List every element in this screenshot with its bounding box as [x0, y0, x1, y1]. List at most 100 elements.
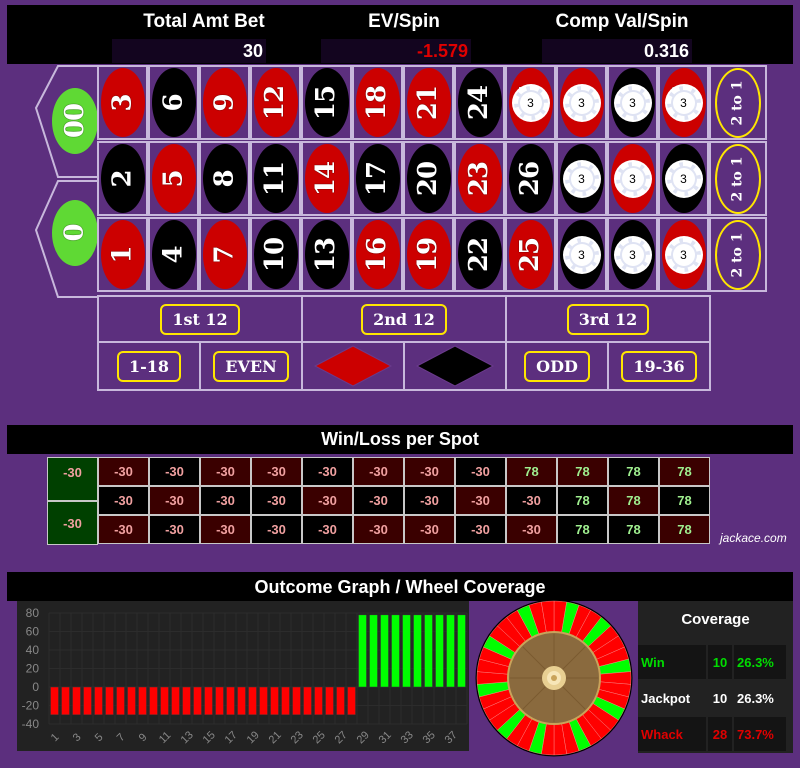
wl-cell-5: -30: [149, 486, 200, 515]
wl-cell-19: -30: [404, 515, 455, 544]
wl-cell-13: -30: [302, 515, 353, 544]
zero-pocket-0[interactable]: 0: [52, 200, 98, 266]
number-oval: 16: [355, 220, 400, 289]
number-spot-32[interactable]: 323: [607, 141, 658, 216]
number-label: 5: [158, 169, 189, 188]
number-spot-1[interactable]: 1: [97, 217, 148, 292]
chip-icon[interactable]: 3: [666, 85, 701, 120]
x-tick-label: 7: [115, 731, 128, 744]
red-bet[interactable]: [301, 341, 405, 391]
coverage-count: 28: [708, 717, 732, 751]
chip-icon[interactable]: 3: [615, 85, 650, 120]
number-oval: 293: [559, 144, 604, 213]
number-spot-11[interactable]: 11: [250, 141, 301, 216]
outcome-bar: [215, 686, 224, 715]
chip-value: 3: [672, 167, 695, 190]
low-bet[interactable]: 1-18: [97, 341, 201, 391]
number-spot-25[interactable]: 25: [505, 217, 556, 292]
dozen-bet-3[interactable]: 3rd 12: [505, 295, 711, 343]
number-label: 16: [362, 237, 393, 272]
column-bet-1[interactable]: 2 to 1: [709, 217, 767, 292]
black-bet[interactable]: [403, 341, 507, 391]
zero-label: 0: [60, 224, 90, 242]
high-bet[interactable]: 19-36: [607, 341, 711, 391]
number-spot-7[interactable]: 7: [199, 217, 250, 292]
number-spot-29[interactable]: 293: [556, 141, 607, 216]
number-label: 7: [209, 245, 240, 264]
chip-value: 3: [570, 167, 593, 190]
number-spot-24[interactable]: 24: [454, 65, 505, 140]
outside-label: EVEN: [213, 350, 289, 382]
number-spot-20[interactable]: 20: [403, 141, 454, 216]
wl-cell-1: -30: [98, 515, 149, 544]
chip-icon[interactable]: 3: [513, 85, 548, 120]
number-spot-2[interactable]: 2: [97, 141, 148, 216]
number-oval: 13: [304, 220, 349, 289]
wl-cell-2: -30: [98, 486, 149, 515]
number-spot-21[interactable]: 21: [403, 65, 454, 140]
wl-cell-12: -30: [251, 457, 302, 486]
number-label: 24: [464, 85, 495, 120]
number-spot-26[interactable]: 26: [505, 141, 556, 216]
wl-cell-20: -30: [404, 486, 455, 515]
column-label: 2 to 1: [730, 155, 747, 202]
zero-pocket-00[interactable]: 00: [52, 88, 98, 154]
chip-icon[interactable]: 3: [615, 161, 650, 196]
number-spot-31[interactable]: 313: [607, 217, 658, 292]
number-oval: 5: [151, 144, 196, 213]
number-spot-14[interactable]: 14: [301, 141, 352, 216]
chip-icon[interactable]: 3: [666, 237, 701, 272]
even-bet[interactable]: EVEN: [199, 341, 303, 391]
outcome-bar: [303, 686, 312, 715]
coverage-pct: 73.7%: [734, 717, 786, 751]
outcome-bar: [61, 686, 70, 715]
chip-icon[interactable]: 3: [564, 85, 599, 120]
number-oval: 3: [100, 68, 145, 137]
dozen-bet-2[interactable]: 2nd 12: [301, 295, 507, 343]
chip-icon[interactable]: 3: [666, 161, 701, 196]
number-spot-17[interactable]: 17: [352, 141, 403, 216]
number-spot-3[interactable]: 3: [97, 65, 148, 140]
chip-icon[interactable]: 3: [564, 161, 599, 196]
number-spot-6[interactable]: 6: [148, 65, 199, 140]
number-spot-4[interactable]: 4: [148, 217, 199, 292]
chip-value: 3: [672, 243, 695, 266]
column-bet-3[interactable]: 2 to 1: [709, 65, 767, 140]
number-spot-5[interactable]: 5: [148, 141, 199, 216]
number-spot-12[interactable]: 12: [250, 65, 301, 140]
number-label: 20: [413, 161, 444, 196]
outside-label: 1-18: [116, 350, 182, 382]
outcome-bar: [116, 686, 125, 715]
number-spot-10[interactable]: 10: [250, 217, 301, 292]
number-spot-16[interactable]: 16: [352, 217, 403, 292]
number-oval: 363: [661, 68, 706, 137]
chip-icon[interactable]: 3: [615, 237, 650, 272]
x-tick-label: 31: [377, 729, 394, 746]
number-spot-33[interactable]: 333: [607, 65, 658, 140]
number-oval: 343: [661, 220, 706, 289]
number-spot-9[interactable]: 9: [199, 65, 250, 140]
number-oval: 11: [253, 144, 298, 213]
x-tick-label: 11: [157, 729, 174, 746]
number-spot-35[interactable]: 353: [658, 141, 709, 216]
chip-icon[interactable]: 3: [564, 237, 599, 272]
odd-bet[interactable]: ODD: [505, 341, 609, 391]
number-spot-36[interactable]: 363: [658, 65, 709, 140]
number-spot-27[interactable]: 273: [505, 65, 556, 140]
number-spot-19[interactable]: 19: [403, 217, 454, 292]
number-spot-30[interactable]: 303: [556, 65, 607, 140]
number-spot-15[interactable]: 15: [301, 65, 352, 140]
number-spot-34[interactable]: 343: [658, 217, 709, 292]
number-spot-23[interactable]: 23: [454, 141, 505, 216]
outcome-bar: [336, 686, 345, 715]
column-bet-2[interactable]: 2 to 1: [709, 141, 767, 216]
number-label: 19: [413, 237, 444, 272]
number-oval: 303: [559, 68, 604, 137]
outcome-bar: [105, 686, 114, 715]
number-spot-13[interactable]: 13: [301, 217, 352, 292]
number-spot-28[interactable]: 283: [556, 217, 607, 292]
number-spot-8[interactable]: 8: [199, 141, 250, 216]
number-spot-18[interactable]: 18: [352, 65, 403, 140]
dozen-bet-1[interactable]: 1st 12: [97, 295, 303, 343]
number-spot-22[interactable]: 22: [454, 217, 505, 292]
